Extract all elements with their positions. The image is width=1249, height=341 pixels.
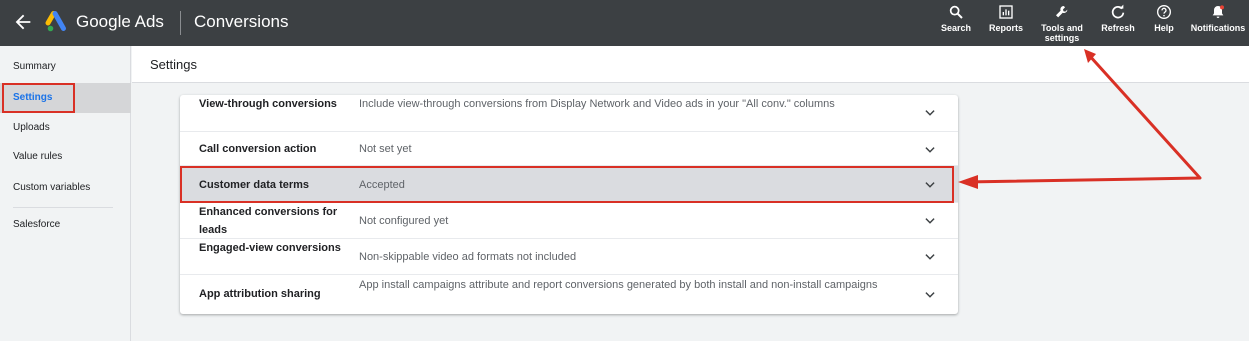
google-ads-logo-icon xyxy=(45,11,66,32)
bell-icon xyxy=(1212,5,1224,18)
sidebar-item-uploads[interactable]: Uploads xyxy=(0,113,131,143)
chevron-down-icon[interactable] xyxy=(923,143,937,157)
chevron-down-icon[interactable] xyxy=(923,250,937,264)
sidebar-item-value-rules[interactable]: Value rules xyxy=(0,142,131,172)
search-button[interactable]: Search xyxy=(940,4,972,33)
row-value: Not set yet xyxy=(359,143,412,155)
row-value: App install campaigns attribute and repo… xyxy=(359,279,878,291)
page-title: Settings xyxy=(150,57,197,72)
settings-row-app-attribution-sharing[interactable]: App attribution sharing App install camp… xyxy=(180,275,958,314)
sidebar-divider xyxy=(13,207,113,208)
sidebar-item-settings[interactable]: Settings xyxy=(0,83,131,113)
tools-label-line1: Tools and xyxy=(1041,23,1083,33)
tools-and-settings-button[interactable]: Tools and settings xyxy=(1037,4,1087,43)
refresh-button[interactable]: Refresh xyxy=(1099,4,1137,33)
wrench-icon xyxy=(1056,6,1068,18)
top-app-bar: Google Ads Conversions Search Reports To… xyxy=(0,0,1249,46)
app-name: Google Ads xyxy=(76,12,164,31)
notifications-button[interactable]: Notifications xyxy=(1188,4,1248,33)
reports-icon xyxy=(999,5,1013,19)
header-divider xyxy=(180,11,181,35)
sidebar-item-custom-variables[interactable]: Custom variables xyxy=(0,173,131,203)
settings-row-enhanced-conversions-for-leads[interactable]: Enhanced conversions for leads Not confi… xyxy=(180,203,958,239)
refresh-icon xyxy=(1111,4,1125,19)
row-label: Call conversion action xyxy=(199,143,317,155)
notifications-label: Notifications xyxy=(1190,23,1246,33)
row-value: Non-skippable video ad formats not inclu… xyxy=(359,251,577,263)
settings-row-engaged-view-conversions[interactable]: Engaged-view conversions Non-skippable v… xyxy=(180,239,958,275)
content-header: Settings xyxy=(132,46,1249,83)
settings-card: View-through conversions Include view-th… xyxy=(180,95,958,314)
help-label: Help xyxy=(1154,23,1174,33)
help-button[interactable]: Help xyxy=(1150,4,1178,33)
row-label: App attribution sharing xyxy=(199,288,321,300)
settings-row-call-conversion-action[interactable]: Call conversion action Not set yet xyxy=(180,132,958,166)
reports-button[interactable]: Reports xyxy=(986,4,1026,33)
sidebar-item-salesforce[interactable]: Salesforce xyxy=(0,210,131,240)
back-arrow-icon[interactable] xyxy=(12,11,34,33)
chevron-down-icon[interactable] xyxy=(923,106,937,120)
row-label: View-through conversions xyxy=(199,98,337,110)
chevron-down-icon[interactable] xyxy=(923,288,937,302)
reports-label: Reports xyxy=(988,23,1023,33)
row-label: Customer data terms xyxy=(199,179,310,191)
settings-row-view-through-conversions[interactable]: View-through conversions Include view-th… xyxy=(180,95,958,132)
row-label: Enhanced conversions for leads xyxy=(199,206,338,236)
settings-row-customer-data-terms[interactable]: Customer data terms Accepted xyxy=(180,166,958,203)
chevron-down-icon[interactable] xyxy=(923,178,937,192)
left-navigation: Summary Settings Uploads Value rules Cus… xyxy=(0,46,131,341)
chevron-down-icon[interactable] xyxy=(923,214,937,228)
search-icon xyxy=(949,5,963,19)
row-value: Include view-through conversions from Di… xyxy=(359,98,835,110)
annotation-arrowhead xyxy=(958,175,978,189)
row-label: Engaged-view conversions xyxy=(199,242,341,254)
page-section-title: Conversions xyxy=(194,12,289,31)
tools-label-line2: settings xyxy=(1044,33,1080,43)
refresh-label: Refresh xyxy=(1101,23,1135,33)
sidebar-item-summary[interactable]: Summary xyxy=(0,52,131,82)
row-value: Not configured yet xyxy=(359,215,449,227)
annotation-highlight-box xyxy=(2,83,75,113)
search-label: Search xyxy=(940,23,972,33)
row-value: Accepted xyxy=(359,179,405,191)
help-icon xyxy=(1157,5,1171,19)
